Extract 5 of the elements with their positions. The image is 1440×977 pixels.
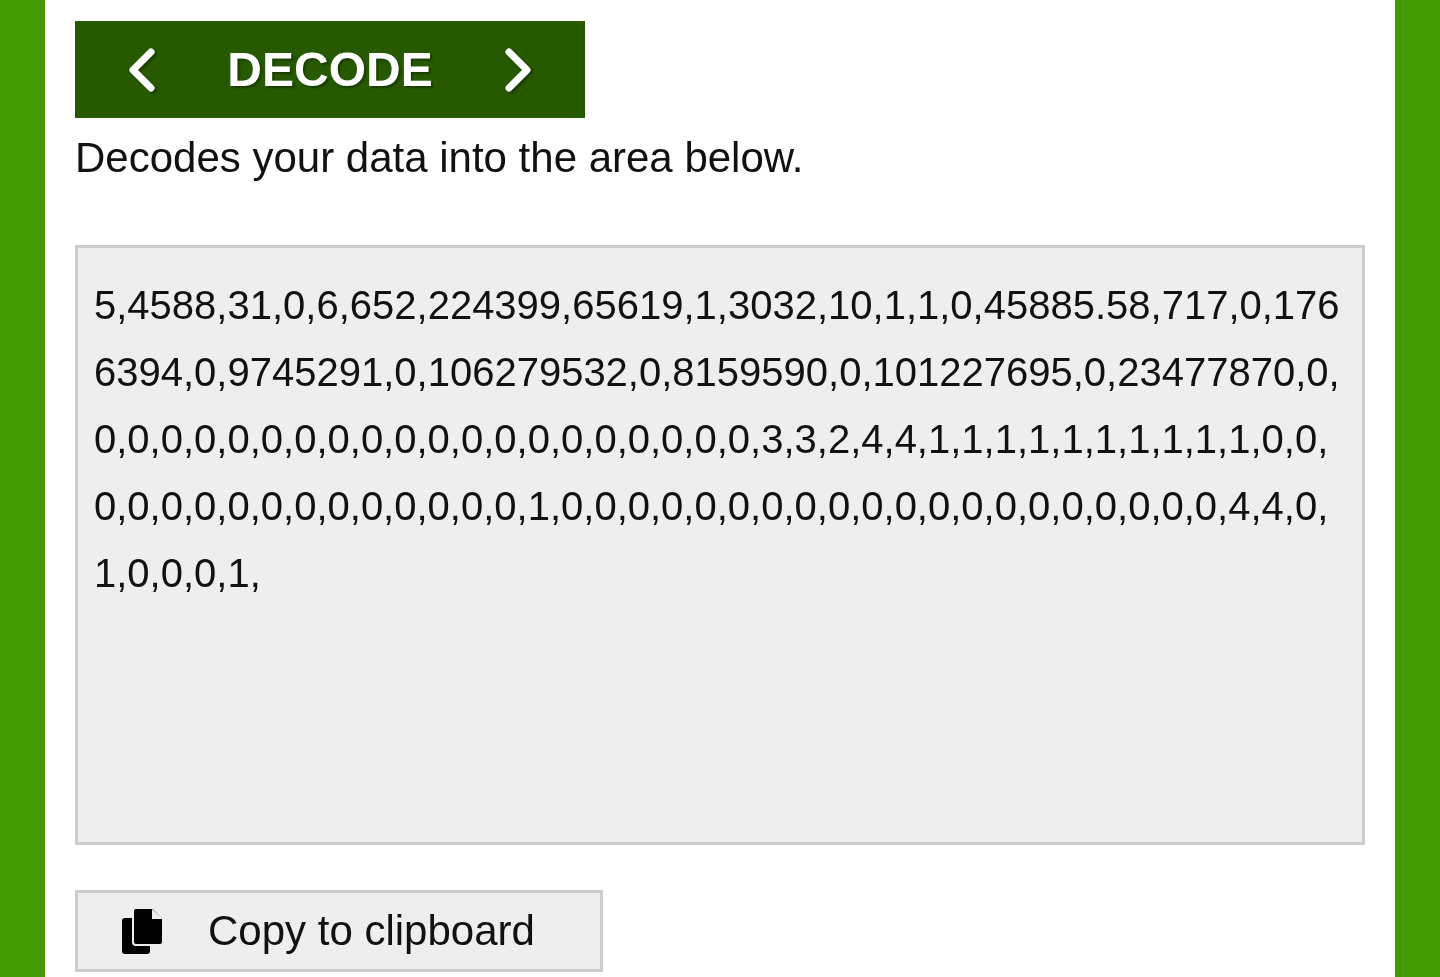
output-field[interactable]: 5,4588,31,0,6,652,224399,65619,1,3032,10,1,1,0,45885.58,717,0,1766394,0,9745291,0,106279532,0,8159590,0,101227695,0,23477870,0,0,0,0,0,0,0,0,0,0,0,0,0,0,0,0,0,0,0,0,0,3,3,2,4,4,1,1,1,1,1,1,1,1,1,1,0,0,0,0,0,0,0,0,0,0,0,0,0,0,0,1,0,0,0,0,0,0,0,0,0,0,0,0,0,0,0,0,0,0,0,0,4,4,0,1,0,0,0,1, <box>75 245 1365 845</box>
copy-to-clipboard-button[interactable]: Copy to clipboard <box>75 890 603 972</box>
copy-icon <box>122 908 164 954</box>
section-title: DECODE <box>227 42 433 97</box>
description-text: Decodes your data into the area below. <box>75 133 805 183</box>
